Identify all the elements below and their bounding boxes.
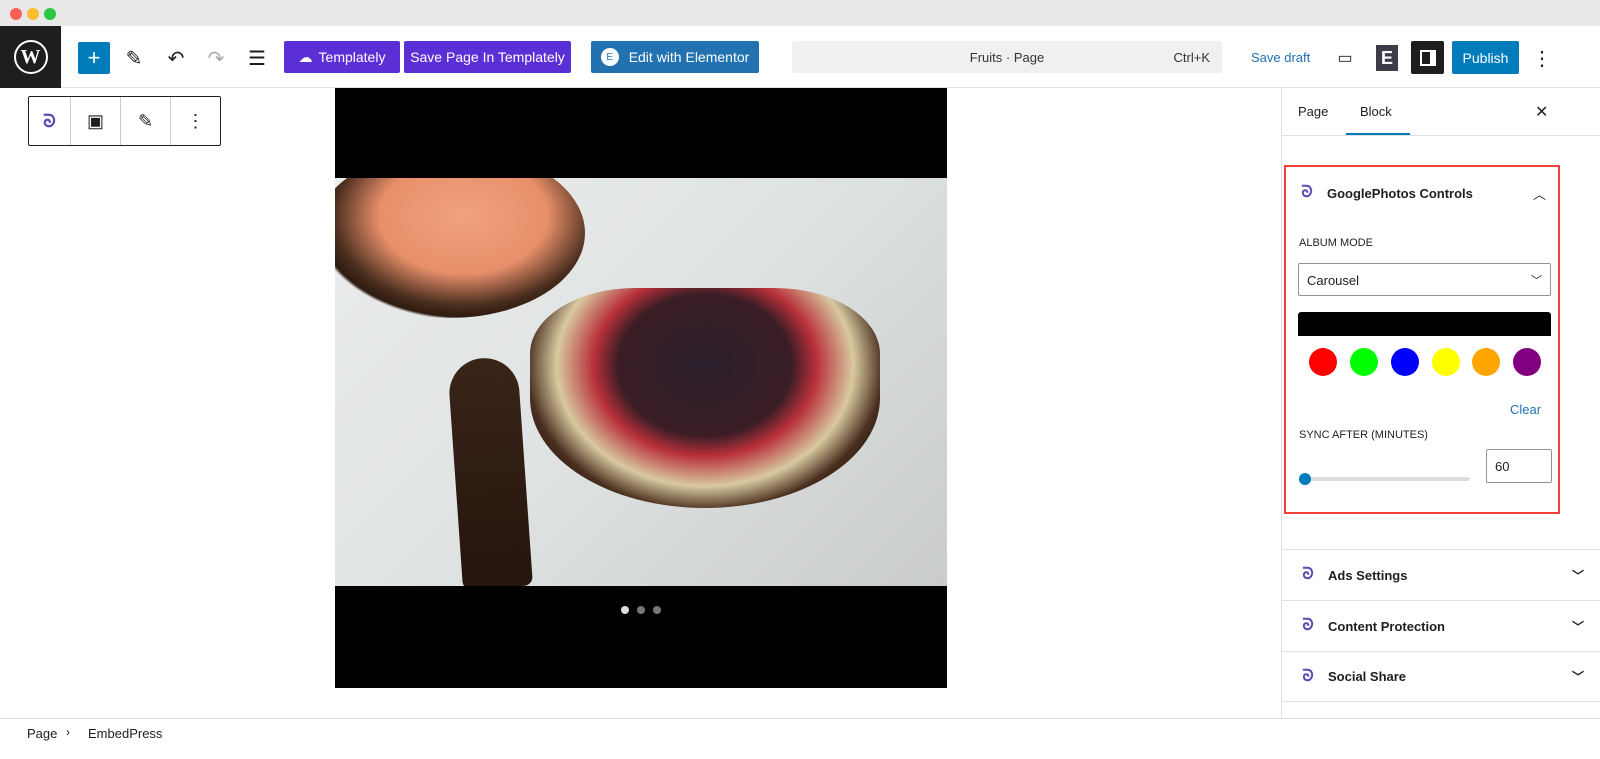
wordpress-logo-button[interactable]: W [0,26,61,88]
color-swatch-blue[interactable] [1391,348,1419,376]
section-title: Content Protection [1328,618,1445,634]
album-mode-value: Carousel [1307,273,1360,288]
album-mode-select[interactable]: Carousel ﹀ [1298,263,1551,296]
breadcrumb-page[interactable]: Page [27,726,57,741]
wordpress-icon: W [13,40,48,74]
embedpress-icon: ᘐ [1302,667,1314,685]
clear-color-button[interactable]: Clear [1510,402,1541,417]
close-window-button[interactable] [10,8,22,20]
sidebar-icon [1419,49,1436,66]
align-icon[interactable]: ▣ [71,97,121,145]
breadcrumb: Page › EmbedPress [0,718,1600,759]
sync-minutes-input[interactable]: 60 [1486,449,1552,483]
carousel-dot[interactable] [637,606,645,614]
document-overview-icon[interactable]: ☰ [245,42,269,74]
minimize-window-button[interactable] [27,8,39,20]
elementor-label: Edit with Elementor [628,49,750,65]
browser-chrome [0,0,1600,26]
color-swatch-orange[interactable] [1472,348,1500,376]
embedpress-icon: ᘐ [1302,617,1314,634]
breadcrumb-embedpress[interactable]: EmbedPress [88,726,162,741]
wooden-spoon [447,355,533,586]
edit-with-elementor-button[interactable]: E Edit with Elementor [591,41,759,73]
embedpress-icon: ᘐ [1301,184,1313,201]
embedpress-icon[interactable]: E [1376,45,1398,71]
tab-block[interactable]: Block [1360,104,1392,119]
block-toolbar: ᘐ ▣ ✎ ⋮ [28,96,221,146]
embedpress-icon: ᘐ [1302,566,1314,583]
preview-device-icon[interactable]: ▭ [1333,42,1357,74]
sync-slider-track[interactable] [1299,477,1470,481]
section-title: Social Share [1328,669,1407,684]
sync-slider-handle[interactable] [1299,473,1311,485]
embedpress-block-icon[interactable]: ᘐ [29,97,71,145]
color-swatch-yellow[interactable] [1432,348,1460,376]
social-share-section[interactable]: ᘐ Social Share ﹀ [1282,651,1600,702]
chevron-down-icon: ﹀ [1571,568,1584,583]
color-swatch-red[interactable] [1309,348,1337,376]
undo-icon[interactable]: ↶ [164,42,188,74]
save-draft-button[interactable]: Save draft [1251,50,1310,65]
chevron-up-icon[interactable]: ︿ [1533,184,1546,203]
panel-title: GooglePhotos Controls [1327,185,1473,201]
shortcut-hint: Ctrl+K [1173,50,1210,65]
templately-icon: ☁ [298,48,313,65]
bowl-of-berries [530,288,880,508]
templately-label: Templately [318,49,386,65]
edit-icon[interactable]: ✎ [121,97,171,145]
divider [1282,135,1600,136]
panel-header[interactable]: ᘐ GooglePhotos Controls [1297,183,1473,203]
settings-sidebar-toggle[interactable] [1411,41,1444,74]
pencil-tool-icon[interactable]: ✎ [122,42,146,74]
selected-color-preview[interactable] [1298,312,1551,336]
album-mode-label: ALBUM MODE [1299,237,1373,249]
sync-after-label: SYNC AFTER (MINUTES) [1299,429,1428,441]
more-options-icon[interactable]: ⋮ [171,97,220,145]
command-palette[interactable]: Fruits · Page Ctrl+K [792,41,1222,73]
carousel-dot-active[interactable] [621,606,629,614]
maximize-window-button[interactable] [44,8,56,20]
tab-page[interactable]: Page [1298,104,1328,119]
close-sidebar-icon[interactable]: ✕ [1535,102,1548,122]
carousel-dot[interactable] [653,606,661,614]
color-swatch-green[interactable] [1350,348,1378,376]
options-menu-icon[interactable]: ⋮ [1532,42,1552,74]
elementor-icon: E [600,48,619,66]
publish-button[interactable]: Publish [1452,41,1519,74]
content-protection-section[interactable]: ᘐ Content Protection ﹀ [1282,600,1600,651]
save-page-in-templately-button[interactable]: Save Page In Templately [404,41,571,73]
carousel-photo[interactable] [335,178,947,586]
add-block-button[interactable]: + [78,42,110,74]
section-title: Ads Settings [1328,567,1408,583]
chevron-down-icon: ﹀ [1571,670,1584,684]
chevron-down-icon: ﹀ [1571,619,1584,634]
color-swatch-purple[interactable] [1513,348,1541,376]
document-title: Fruits · Page [969,50,1045,65]
redo-icon[interactable]: ↷ [204,42,228,74]
bowl-of-grapefruit [335,178,585,318]
ads-settings-section[interactable]: ᘐ Ads Settings ﹀ [1282,549,1600,600]
templately-button[interactable]: ☁ Templately [284,41,400,73]
chevron-down-icon: ﹀ [1531,275,1542,287]
chevron-right-icon: › [66,725,70,739]
